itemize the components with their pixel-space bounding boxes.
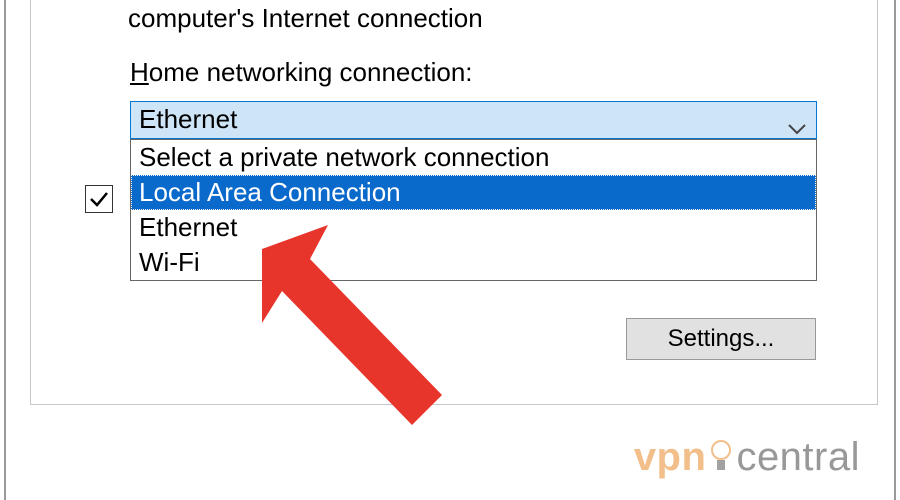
- home-networking-dropdown-list[interactable]: Select a private network connection Loca…: [130, 139, 817, 281]
- allow-control-checkbox[interactable]: [85, 185, 113, 213]
- window-border-left: [4, 0, 6, 500]
- checkmark-icon: [88, 188, 110, 210]
- dropdown-option-placeholder[interactable]: Select a private network connection: [131, 140, 816, 175]
- watermark-right: central: [736, 435, 860, 479]
- lightbulb-icon: [710, 438, 732, 484]
- home-networking-accelerator: H: [130, 57, 149, 87]
- combobox-selected-text: Ethernet: [139, 104, 237, 135]
- vpncentral-watermark: vpn central: [634, 435, 860, 484]
- home-networking-label-rest: ome networking connection:: [149, 57, 473, 87]
- home-networking-combobox[interactable]: Ethernet: [130, 101, 817, 139]
- chevron-down-icon: [788, 115, 806, 141]
- allow-share-description: computer's Internet connection: [128, 3, 483, 34]
- dropdown-option-ethernet[interactable]: Ethernet: [131, 210, 816, 245]
- settings-button[interactable]: Settings...: [626, 318, 816, 360]
- watermark-left: vpn: [634, 435, 707, 479]
- dropdown-option-wifi[interactable]: Wi-Fi: [131, 245, 816, 280]
- home-networking-label: Home networking connection:: [130, 57, 473, 88]
- window-border-right: [894, 0, 896, 500]
- dropdown-option-local-area[interactable]: Local Area Connection: [131, 175, 816, 210]
